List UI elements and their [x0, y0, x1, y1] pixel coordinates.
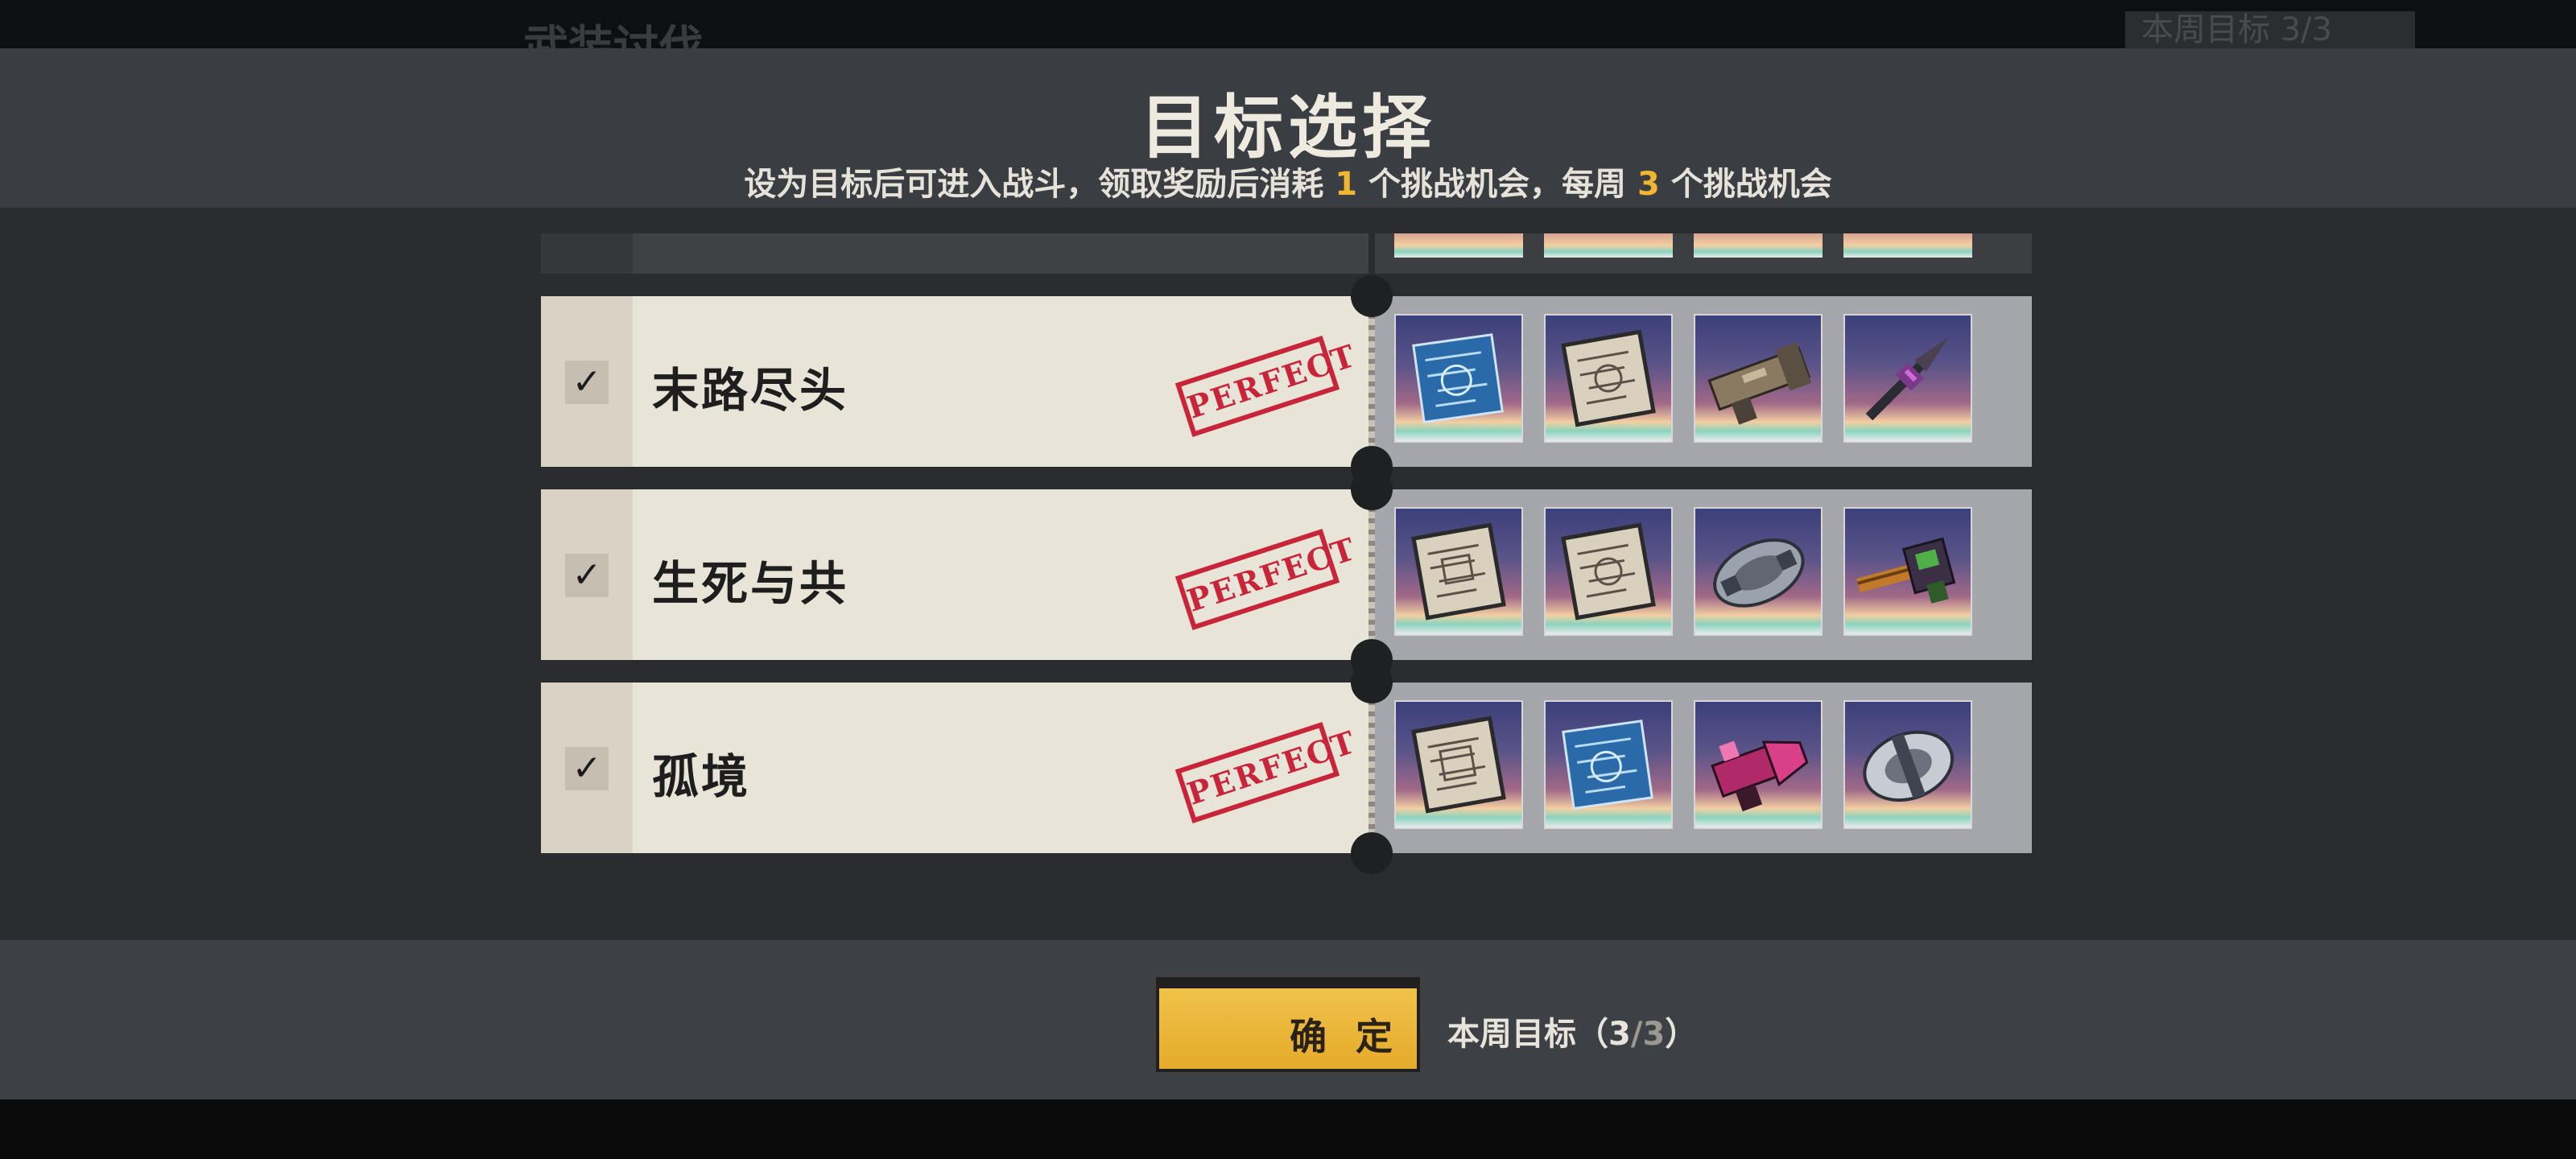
target-row[interactable]: ✓ 生死与共 PERFECT	[541, 468, 2032, 681]
background-weekly-badge: 本周目标 3/3	[2125, 11, 2415, 48]
background-top-bar: 武装讨伐 本周目标 3/3	[0, 0, 2576, 74]
armor-plate-icon[interactable]	[1694, 507, 1823, 636]
checkmark-icon[interactable]: ✓	[565, 747, 609, 790]
blueprint-blue-icon[interactable]	[1544, 700, 1673, 829]
blade-weapon-icon[interactable]	[1843, 314, 1972, 443]
blueprint-paper-icon[interactable]	[1544, 507, 1673, 636]
checkmark-icon[interactable]: ✓	[565, 554, 609, 597]
target-row[interactable]: ✓ 末路尽头 PERFECT	[541, 275, 2032, 488]
reward-panel	[1375, 489, 2032, 660]
cannon-part-icon[interactable]	[1694, 314, 1823, 443]
dialog-title: 目标选择	[1140, 88, 1436, 168]
reward-panel	[1375, 683, 2032, 853]
reward-item-partial	[1694, 233, 1823, 258]
subtitle-text-1: 设为目标后可进入战斗，领取奖励后消耗	[744, 166, 1324, 203]
weekly-separator: /	[1630, 1016, 1643, 1053]
subtitle-text-3: 个挑战机会	[1670, 166, 1832, 203]
subtitle-text-2: 个挑战机会，每周	[1368, 166, 1626, 203]
target-row-partial[interactable]	[541, 233, 2032, 274]
checkmark-icon[interactable]: ✓	[565, 361, 609, 404]
target-strip-partial	[541, 233, 633, 274]
reward-panel	[1375, 296, 2032, 467]
ticket-notch-top	[1351, 662, 1393, 703]
target-name: 孤境	[652, 749, 751, 804]
ticket-notch-top	[1351, 275, 1393, 317]
target-card-partial	[541, 233, 1368, 274]
background-bottom-bar	[0, 1099, 2576, 1159]
weekly-target-counter: 本周目标（3/3）	[1447, 1008, 1697, 1054]
weekly-total: 3	[1642, 1016, 1666, 1053]
reward-panel-partial	[1375, 233, 2032, 274]
subtitle-cost-number: 1	[1335, 166, 1358, 203]
ticket-perforation	[1368, 296, 1375, 467]
blueprint-paper-icon[interactable]	[1544, 314, 1673, 443]
target-name: 末路尽头	[652, 363, 849, 418]
target-name: 生死与共	[652, 556, 849, 611]
blueprint-paper-icon[interactable]	[1394, 700, 1523, 829]
confirm-button-label: 确 定	[1289, 1015, 1401, 1058]
weekly-close: ）	[1665, 1016, 1698, 1053]
ticket-notch-bottom	[1351, 832, 1393, 874]
shield-part-icon[interactable]	[1843, 700, 1972, 829]
confirm-button[interactable]: 确 定	[1156, 977, 1420, 1072]
reward-item-partial	[1544, 233, 1673, 258]
blueprint-blue-icon[interactable]	[1394, 314, 1523, 443]
reward-item-partial	[1843, 233, 1972, 258]
gatling-gun-icon[interactable]	[1843, 507, 1972, 636]
subtitle-weekly-number: 3	[1637, 166, 1660, 203]
ticket-perforation	[1368, 489, 1375, 660]
dialog-subtitle: 设为目标后可进入战斗，领取奖励后消耗 1 个挑战机会，每周 3 个挑战机会	[0, 158, 2576, 204]
reward-item-partial	[1394, 233, 1523, 258]
target-row[interactable]: ✓ 孤境 PERFECT	[541, 662, 2032, 874]
ticket-notch-top	[1351, 468, 1393, 510]
ticket-perforation	[1368, 683, 1375, 853]
weekly-label: 本周目标（	[1447, 1016, 1608, 1053]
blueprint-paper-icon[interactable]	[1394, 507, 1523, 636]
mech-arm-icon[interactable]	[1694, 700, 1823, 829]
weekly-current: 3	[1608, 1016, 1631, 1053]
